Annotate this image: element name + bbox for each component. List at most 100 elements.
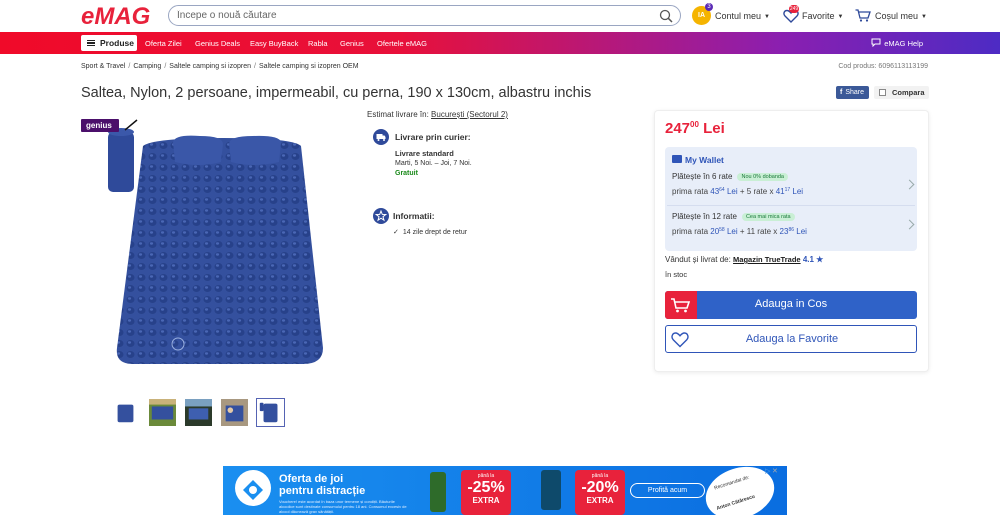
plan-middle: + 11 rate x xyxy=(739,227,778,236)
ad-recommended-name: Anton Cătărescu xyxy=(715,493,756,512)
ad-cta-button[interactable]: Profită acum xyxy=(630,483,705,498)
product-thumbnail[interactable] xyxy=(111,398,140,427)
amount-currency: Lei xyxy=(726,187,738,196)
add-to-cart-button[interactable]: Adauga in Cos xyxy=(665,291,917,319)
seller-name-link[interactable]: Magazin TrueTrade xyxy=(733,255,801,264)
product-main-image[interactable] xyxy=(103,118,333,370)
hamburger-icon xyxy=(87,40,95,46)
standard-delivery-price: Gratuit xyxy=(395,170,418,177)
plan-badge: Nou 0% dobanda xyxy=(737,173,788,181)
installment-plan-6-detail: prima rata 4364 Lei + 5 rate x 4117 Lei xyxy=(672,187,803,196)
chevron-right-icon[interactable] xyxy=(904,179,915,190)
add-to-cart-label: Adauga in Cos xyxy=(754,298,828,310)
compare-label: Compara xyxy=(892,88,925,97)
share-label: Share xyxy=(845,89,865,96)
plan-title: Plătește în 12 rate xyxy=(672,212,737,221)
breadcrumb-item[interactable]: Sport & Travel xyxy=(81,63,125,70)
ad-title-line2: pentru distracție xyxy=(279,485,366,497)
standard-delivery-title: Livrare standard xyxy=(395,149,454,158)
ad-small-print: Vouchere! este acordat în baza unor term… xyxy=(279,499,407,514)
svg-text:eMAG: eMAG xyxy=(81,3,150,28)
cart-menu[interactable]: Coșul meu ▼ xyxy=(875,11,927,21)
amount-currency: Lei xyxy=(796,227,807,236)
ad-title-line1: Oferta de joi xyxy=(279,473,344,485)
promo-percent: -20% xyxy=(581,479,619,496)
amount-dec: 86 xyxy=(788,227,795,233)
search-input[interactable] xyxy=(177,8,647,23)
nav-item-oferta-zilei[interactable]: Oferta Zilei xyxy=(145,39,182,48)
chevron-down-icon: ▼ xyxy=(921,14,927,20)
genius-badge: genius xyxy=(81,119,119,132)
product-bottle-image xyxy=(430,472,446,512)
nav-item-genius-deals[interactable]: Genius Deals xyxy=(195,39,240,48)
seller-info: Vândut și livrat de: Magazin TrueTrade 4… xyxy=(665,255,823,264)
plan-rest-amount: 4117 Lei xyxy=(776,187,803,196)
product-thumbnail[interactable] xyxy=(148,398,177,427)
amount-int: 20 xyxy=(710,227,720,236)
cart-icon[interactable] xyxy=(855,9,871,22)
nav-item-rabla[interactable]: Rabla xyxy=(308,39,328,48)
breadcrumb-item[interactable]: Camping xyxy=(133,63,161,70)
nav-item-genius[interactable]: Genius xyxy=(340,39,364,48)
favorites-menu[interactable]: Favorite ▼ xyxy=(802,11,843,21)
breadcrumb-item[interactable]: Saltele camping si izopren OEM xyxy=(259,63,359,70)
product-thumbnail[interactable] xyxy=(220,398,249,427)
main-nav: Produse Oferta Zilei Genius Deals Easy B… xyxy=(0,32,1000,54)
divider xyxy=(667,205,915,206)
product-thumbnail[interactable] xyxy=(184,398,213,427)
return-policy: ✓ 14 zile drept de retur xyxy=(393,228,467,236)
help-link[interactable]: eMAG Help xyxy=(871,38,923,48)
cart-label: Coșul meu xyxy=(875,11,919,21)
amount-dec: 17 xyxy=(784,187,791,193)
search-bar xyxy=(168,5,681,26)
ad-promo-25: până la -25% EXTRA xyxy=(461,470,511,515)
favorites-label: Favorite xyxy=(802,11,835,21)
plan-title: Plătește în 6 rate xyxy=(672,172,733,181)
chevron-down-icon: ▼ xyxy=(837,14,844,20)
installment-plan-12-detail: prima rata 2058 Lei + 11 rate x 2386 Lei xyxy=(672,227,807,236)
info-star-icon xyxy=(373,208,389,224)
page-title: Saltea, Nylon, 2 persoane, impermeabil, … xyxy=(81,85,592,101)
amount-int: 41 xyxy=(775,187,785,196)
nav-item-ofertele-emag[interactable]: Ofertele eMAG xyxy=(377,39,427,48)
products-menu-button[interactable]: Produse xyxy=(81,35,137,51)
promo-percent: -25% xyxy=(467,479,505,496)
installment-plan-6[interactable]: Plătește în 6 rate Nou 0% dobanda xyxy=(672,172,788,181)
product-code: Cod produs: 6096113113199 xyxy=(838,63,928,70)
price-currency: Lei xyxy=(703,120,725,137)
my-wallet-panel: My Wallet Plătește în 6 rate Nou 0% doban… xyxy=(665,147,917,251)
account-menu[interactable]: Contul meu ▼ xyxy=(715,11,770,21)
ad-info-icon[interactable]: ▷ xyxy=(765,467,770,475)
compare-button[interactable]: Compara xyxy=(874,86,929,99)
facebook-share-button[interactable]: f Share xyxy=(836,86,869,99)
promo-extra: EXTRA xyxy=(586,496,614,505)
account-notification-badge: 3 xyxy=(705,3,713,11)
seller-rating: 4.1 ★ xyxy=(802,255,824,264)
amount-currency: Lei xyxy=(726,227,738,236)
product-thumbnail-selected[interactable] xyxy=(256,398,285,427)
breadcrumb-item[interactable]: Saltele camping si izopren xyxy=(169,63,251,70)
nav-item-easy-buyback[interactable]: Easy BuyBack xyxy=(250,39,298,48)
plan-rest-amount: 2386 Lei xyxy=(780,227,807,236)
wallet-title: My Wallet xyxy=(685,155,724,165)
check-icon: ✓ xyxy=(393,229,399,236)
ad-close-icon[interactable]: ✕ xyxy=(772,467,778,475)
favorites-count-badge: 249 xyxy=(789,5,799,13)
amount-dec: 58 xyxy=(719,227,725,233)
info-title: Informatii: xyxy=(393,211,435,221)
delivery-location-link[interactable]: București (Sectorul 2) xyxy=(431,110,508,119)
price-integer: 247 xyxy=(665,120,691,137)
stock-status: în stoc xyxy=(665,270,688,279)
plan-prefix: prima rata xyxy=(672,227,709,236)
search-icon[interactable] xyxy=(659,9,673,23)
compare-checkbox[interactable] xyxy=(879,89,886,96)
plan-first-amount: 2058 Lei xyxy=(710,227,737,236)
delivery-estimate: Estimat livrare în: București (Sectorul … xyxy=(367,110,508,119)
installment-plan-12[interactable]: Plătește în 12 rate Cea mai mica rata xyxy=(672,212,795,221)
ad-title: Oferta de joi pentru distracție xyxy=(279,473,365,497)
chevron-right-icon[interactable] xyxy=(904,219,915,230)
add-to-favorites-button[interactable]: Adauga la Favorite xyxy=(665,325,917,353)
promo-extra: EXTRA xyxy=(472,496,500,505)
product-box-image xyxy=(541,470,561,510)
emag-logo[interactable]: eMAG xyxy=(81,3,159,28)
